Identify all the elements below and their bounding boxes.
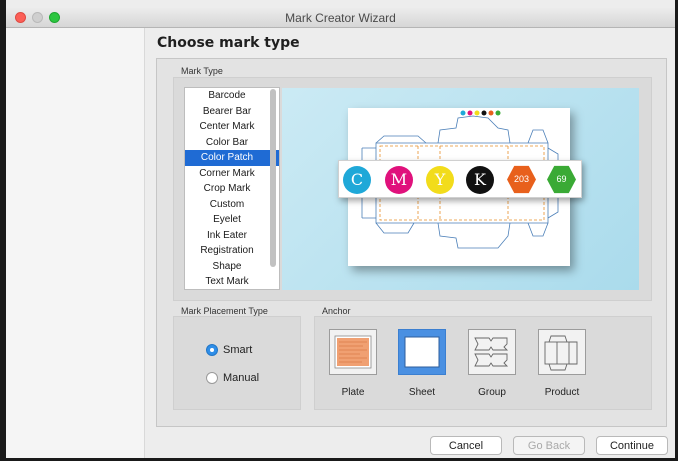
patch-cyan-label: C xyxy=(350,170,364,189)
title-bar: Mark Creator Wizard xyxy=(6,8,675,28)
mark-preview: C M Y K 203 69 xyxy=(282,88,639,290)
anchor-sheet-label: Sheet xyxy=(408,387,436,398)
anchor-plate-button[interactable] xyxy=(329,329,377,375)
radio-smart[interactable]: Smart xyxy=(206,344,252,356)
patch-yellow: Y xyxy=(426,166,454,194)
sheet-icon xyxy=(404,336,440,368)
placement-label: Mark Placement Type xyxy=(181,306,268,316)
list-item-color-bar[interactable]: Color Bar xyxy=(185,135,279,151)
plate-icon xyxy=(334,335,372,369)
group-icon xyxy=(474,337,509,367)
anchor-label: Anchor xyxy=(322,306,351,316)
patch-spot-69: 69 xyxy=(547,165,576,194)
mark-type-label: Mark Type xyxy=(181,66,223,76)
list-item-color-patch[interactable]: Color Patch xyxy=(185,150,279,166)
patch-magenta: M xyxy=(385,166,413,194)
patch-yellow-label: Y xyxy=(434,170,446,189)
continue-button[interactable]: Continue xyxy=(596,436,668,455)
radio-smart-label: Smart xyxy=(223,344,253,356)
patch-cyan: C xyxy=(343,166,371,194)
list-scrollbar[interactable] xyxy=(270,89,277,288)
wizard-steps-pane xyxy=(6,28,145,458)
list-item-corner-mark[interactable]: Corner Mark xyxy=(185,166,279,182)
scroll-thumb[interactable] xyxy=(270,89,276,267)
list-item-shape[interactable]: Shape xyxy=(185,259,279,275)
radio-manual-button[interactable] xyxy=(206,372,218,384)
page-title: Choose mark type xyxy=(157,35,300,51)
anchor-group-label: Group xyxy=(478,387,506,398)
patch-spot-203: 203 xyxy=(507,165,536,194)
radio-manual-label: Manual xyxy=(223,372,260,384)
anchor-plate-label: Plate xyxy=(341,387,365,398)
patch-spot-69-label: 69 xyxy=(556,174,567,184)
patch-magenta-label: M xyxy=(390,170,408,189)
patch-spot-203-label: 203 xyxy=(513,174,530,184)
list-item-center-mark[interactable]: Center Mark xyxy=(185,119,279,135)
list-item-crop-mark[interactable]: Crop Mark xyxy=(185,181,279,197)
mark-type-list[interactable]: Barcode Bearer Bar Center Mark Color Bar… xyxy=(184,87,280,290)
product-icon xyxy=(544,335,578,371)
patch-black-label: K xyxy=(474,170,486,189)
anchor-group-button[interactable] xyxy=(468,329,516,375)
window-title: Mark Creator Wizard xyxy=(285,11,396,25)
list-item-bearer-bar[interactable]: Bearer Bar xyxy=(185,104,279,120)
list-item-registration[interactable]: Registration xyxy=(185,243,279,259)
list-item-barcode[interactable]: Barcode xyxy=(185,88,279,104)
cancel-button[interactable]: Cancel xyxy=(430,436,502,455)
patch-black: K xyxy=(466,166,494,194)
anchor-product-label: Product xyxy=(544,387,580,398)
radio-manual[interactable]: Manual xyxy=(206,372,259,384)
list-item-text-mark[interactable]: Text Mark xyxy=(185,274,279,289)
list-item-ink-eater[interactable]: Ink Eater xyxy=(185,228,279,244)
list-item-custom[interactable]: Custom xyxy=(185,197,279,213)
placement-group xyxy=(173,316,301,410)
anchor-sheet-button[interactable] xyxy=(398,329,446,375)
list-item-eyelet[interactable]: Eyelet xyxy=(185,212,279,228)
go-back-button[interactable]: Go Back xyxy=(513,436,585,455)
anchor-product-button[interactable] xyxy=(538,329,586,375)
color-patch-strip: C M Y K 203 69 xyxy=(338,160,582,198)
radio-smart-button[interactable] xyxy=(206,344,218,356)
